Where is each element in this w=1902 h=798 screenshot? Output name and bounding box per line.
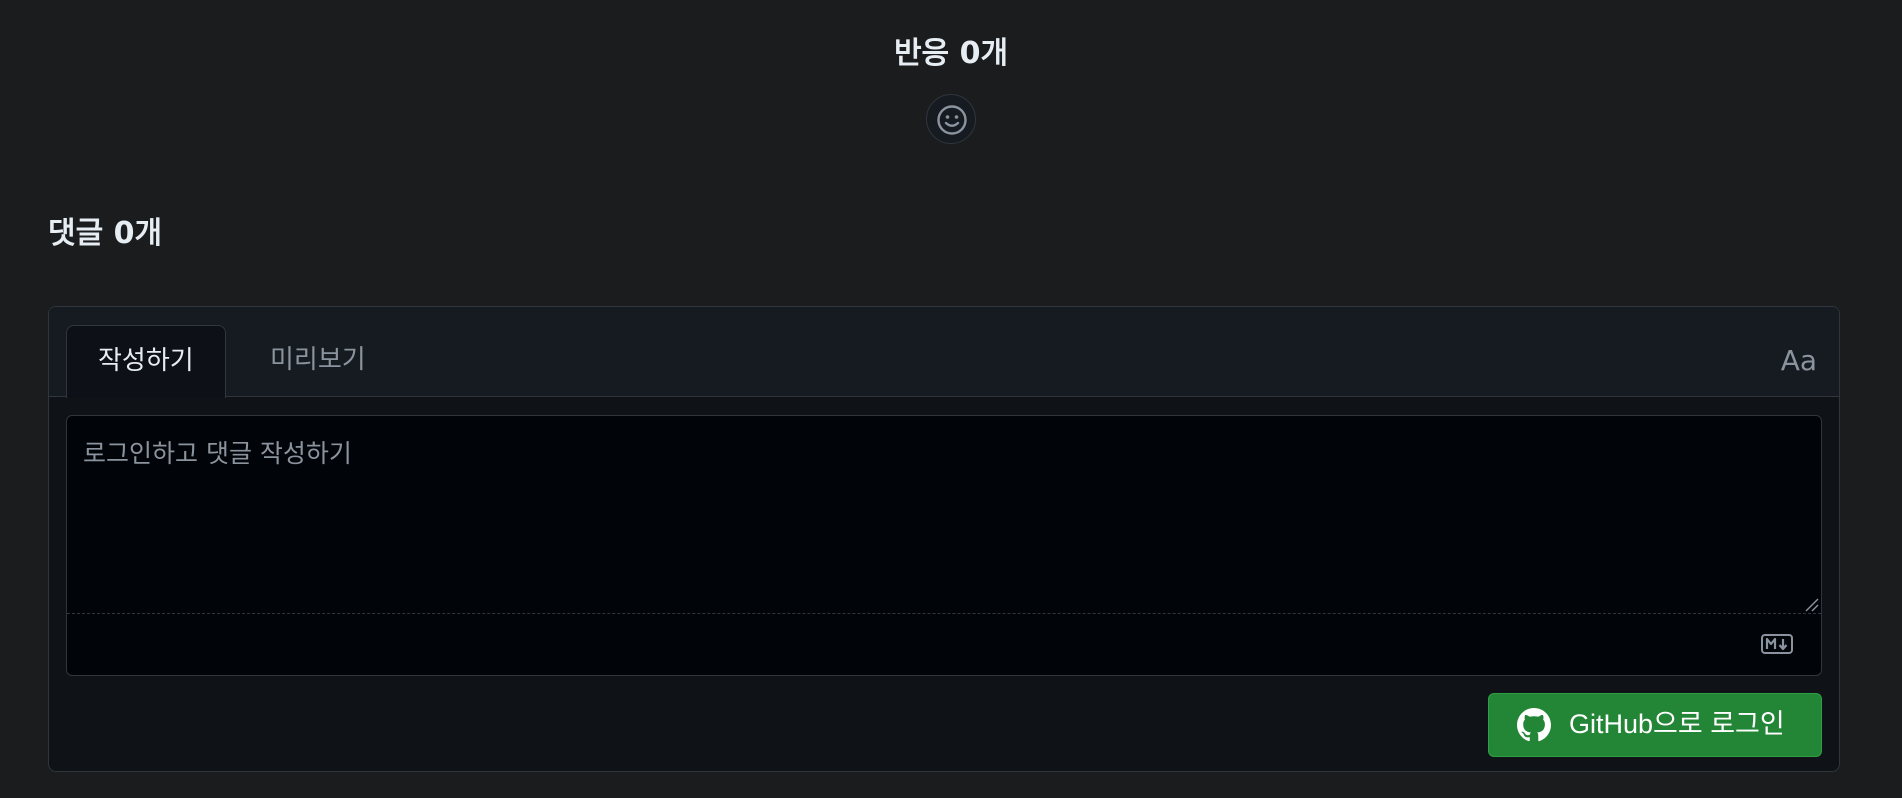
reactions-section: 반응 0개 <box>0 28 1902 146</box>
reactions-title: 반응 0개 <box>893 36 1009 71</box>
comment-input[interactable] <box>67 416 1821 614</box>
tab-preview[interactable]: 미리보기 <box>239 325 397 398</box>
smiley-icon <box>937 105 967 135</box>
font-toggle-button[interactable]: Aa <box>1781 335 1817 387</box>
tab-write[interactable]: 작성하기 <box>66 325 226 398</box>
comment-editor: 작성하기 미리보기 Aa GitHub으로 로그인 <box>48 306 1840 772</box>
github-icon <box>1517 708 1551 742</box>
add-reaction-button[interactable] <box>926 94 976 144</box>
write-area <box>66 415 1822 676</box>
resize-handle-icon[interactable] <box>1805 598 1819 612</box>
comments-title: 댓글 0개 <box>48 216 163 251</box>
editor-tab-bar: 작성하기 미리보기 Aa <box>49 307 1839 398</box>
markdown-icon <box>1761 634 1793 654</box>
github-login-button[interactable]: GitHub으로 로그인 <box>1488 693 1822 757</box>
github-login-label: GitHub으로 로그인 <box>1569 709 1785 739</box>
